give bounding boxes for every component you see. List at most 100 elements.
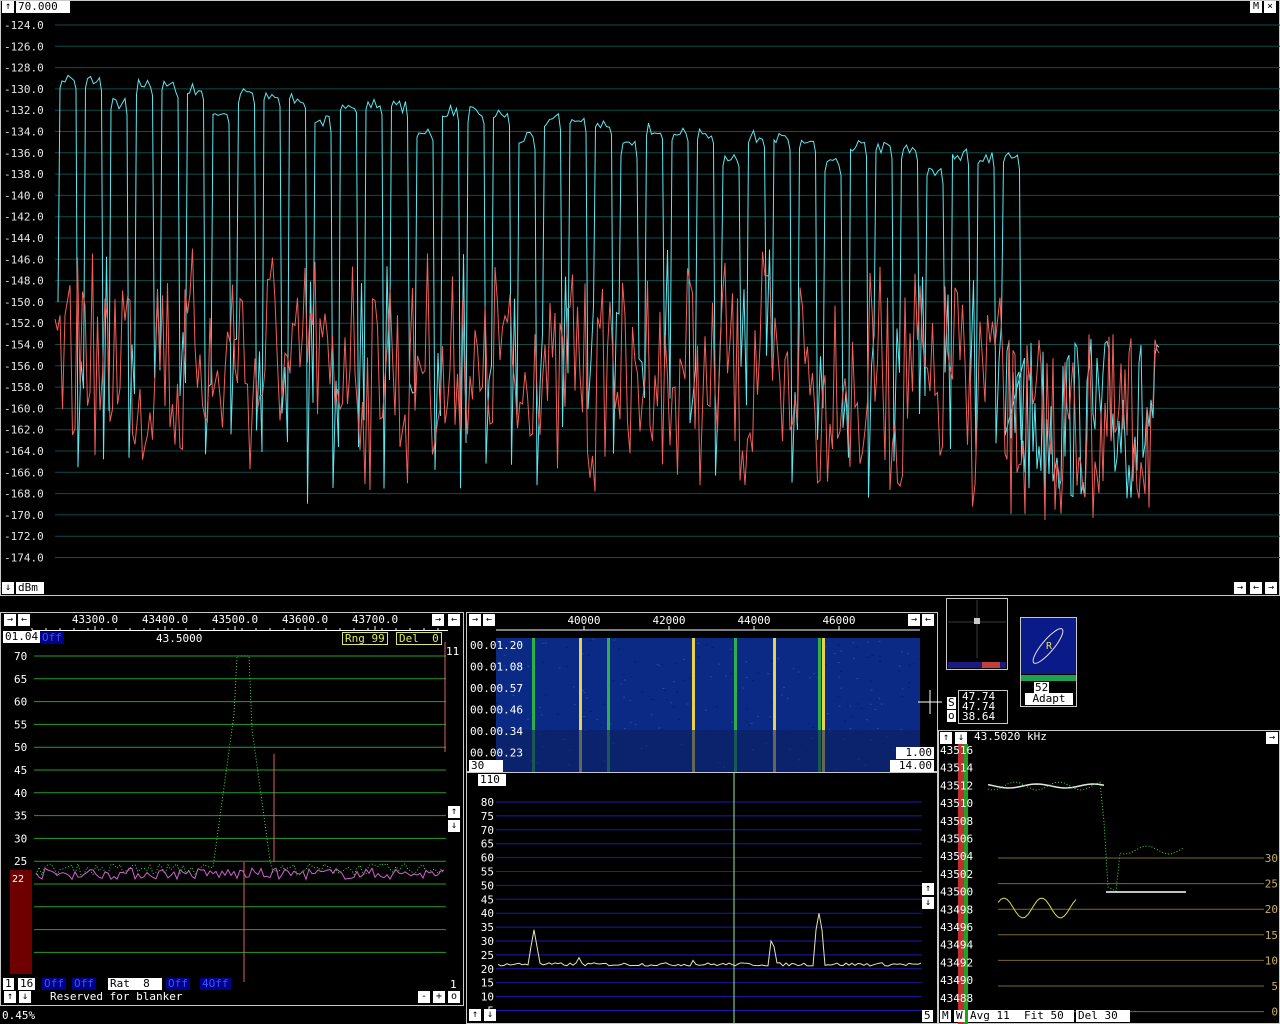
green-trace xyxy=(35,655,445,877)
noise-pixel xyxy=(647,695,650,697)
cursor-crosshair-icon xyxy=(918,690,942,714)
hires-spectrum-plot[interactable]: 807570656055504540353025201510 5 xyxy=(466,772,938,1024)
afc-avg[interactable]: Avg 11 xyxy=(968,1010,1022,1022)
waterfall-plot[interactable]: 00.01.20 00.01.08 00.00.57 00.00.46 00.00.34… xyxy=(466,612,938,772)
noise-pixel xyxy=(661,664,664,666)
meter-o-label[interactable]: o xyxy=(947,710,956,722)
afc-del[interactable]: Del 30 xyxy=(1076,1010,1130,1022)
hr-side-down-icon[interactable]: ↓ xyxy=(922,897,934,909)
noise-pixel xyxy=(880,703,883,705)
noise-pixel xyxy=(840,670,843,672)
noise-pixel xyxy=(710,676,713,678)
noise-pixel xyxy=(737,689,740,691)
hr-bottom-right[interactable]: 5 xyxy=(922,1010,933,1022)
y-tick-label: -158.0 xyxy=(4,381,44,394)
y-tick-label: 35 xyxy=(14,810,27,823)
noise-pixel xyxy=(697,642,700,644)
main-down-arrow-icon[interactable]: ↓ xyxy=(2,582,14,594)
bb-plus-button[interactable]: + xyxy=(433,991,445,1003)
bb-rng[interactable]: Rng 99 xyxy=(342,632,388,645)
hr-top-value[interactable]: 110 xyxy=(478,774,506,786)
phase-r-label: R xyxy=(1046,641,1053,652)
noise-pixel xyxy=(757,672,760,674)
hr-up-icon[interactable]: ↑ xyxy=(469,1009,481,1021)
bb-minus-button[interactable]: - xyxy=(418,991,430,1003)
noise-pixel xyxy=(730,721,733,723)
y-tick-label: 15 xyxy=(481,977,494,990)
bb-up-icon[interactable]: ↑ xyxy=(4,991,16,1003)
noise-pixel xyxy=(596,718,599,720)
noise-pixel xyxy=(874,708,877,710)
y-tick-label: -152.0 xyxy=(4,317,44,330)
bb-btn-1[interactable]: 1 xyxy=(3,978,14,990)
noise-pixel xyxy=(757,715,760,717)
time-label: 00.00.23 xyxy=(470,747,523,760)
afc-y-tick: 43490 xyxy=(940,974,973,987)
bb-o-button[interactable]: o xyxy=(448,991,460,1003)
noise-pixel xyxy=(666,699,669,701)
hr-down-icon[interactable]: ↓ xyxy=(484,1009,496,1021)
bb-off-a[interactable]: Off xyxy=(42,978,66,990)
noise-pixel xyxy=(656,664,659,666)
s-meter-plot[interactable] xyxy=(946,598,1008,670)
noise-pixel xyxy=(724,675,727,677)
bb-right-arrow2-icon[interactable]: → xyxy=(432,614,444,626)
noise-pixel xyxy=(812,673,815,675)
meter-value-3: 38.64 xyxy=(962,710,996,723)
noise-pixel xyxy=(870,689,873,691)
noise-pixel xyxy=(852,642,855,644)
y-tick-label: 45 xyxy=(14,764,27,777)
time-label: 00.00.34 xyxy=(470,725,523,738)
main-spectrum-plot[interactable]: -124.0 -126.0 -128.0 -130.0 -132.0 -134.0 -136… xyxy=(0,0,1280,596)
y-tick-label: -168.0 xyxy=(4,488,44,501)
freq-tick-label: 40000 xyxy=(567,614,600,627)
y-tick-label: -136.0 xyxy=(4,147,44,160)
afc-fit[interactable]: Fit 50 xyxy=(1022,1010,1074,1022)
y-tick-label: 70 xyxy=(14,650,27,663)
noise-pixel xyxy=(847,706,850,708)
bb-off-c[interactable]: Off xyxy=(166,978,190,990)
afc-y-tick: 43506 xyxy=(940,833,973,846)
afc-w-button[interactable]: W xyxy=(954,1010,965,1022)
bb-down-icon[interactable]: ↓ xyxy=(19,991,31,1003)
bb-off-toggle[interactable]: Off xyxy=(40,632,64,644)
noise-pixel xyxy=(527,665,530,667)
noise-pixel xyxy=(840,655,843,657)
afc-y-tick: 43492 xyxy=(940,956,973,969)
meter-bar-level xyxy=(982,662,1000,668)
afc-plot[interactable]: 43516 43514 43512 43510 43508 43506 43504 43502… xyxy=(938,730,1280,1024)
bb-side-down-icon[interactable]: ↓ xyxy=(448,820,460,832)
afc-m-button[interactable]: M xyxy=(940,1010,951,1022)
bb-del[interactable]: Del 0 xyxy=(396,632,442,645)
wf-right-value-top[interactable]: 1.00 xyxy=(896,747,934,759)
wf-left-value[interactable]: 30 xyxy=(469,760,503,772)
meter-s-label[interactable]: S xyxy=(947,697,956,709)
noise-pixel xyxy=(844,720,847,722)
main-left-arrow-icon[interactable]: ← xyxy=(1250,582,1262,594)
bb-off-b[interactable]: Off xyxy=(72,978,96,990)
hr-side-up-icon[interactable]: ↑ xyxy=(922,883,934,895)
adapt-button[interactable]: Adapt xyxy=(1025,693,1073,705)
bb-side-up-icon[interactable]: ↑ xyxy=(448,806,460,818)
noise-pixel xyxy=(750,722,753,724)
y-tick-label: -160.0 xyxy=(4,402,44,415)
main-right-arrow-icon[interactable]: → xyxy=(1234,582,1246,594)
noise-pixel xyxy=(783,686,786,688)
bb-left-arrow2-icon[interactable]: ← xyxy=(448,614,460,626)
bb-btn-16[interactable]: 16 xyxy=(18,978,36,990)
noise-pixel xyxy=(599,724,602,726)
bb-corner-value[interactable]: 01.04 xyxy=(3,631,41,643)
baseband-plot[interactable]: 43300.0 43400.0 43500.0 43600.0 43700.0 70 65 6… xyxy=(0,612,464,1006)
bb-off-d[interactable]: 4Off xyxy=(200,978,231,990)
noise-pixel xyxy=(838,705,841,707)
main-right-arrow2-icon[interactable]: → xyxy=(1265,582,1277,594)
y-tick-label: 65 xyxy=(14,673,27,686)
noise-pixel xyxy=(657,665,660,667)
wf-right-value-bottom[interactable]: 14.00 xyxy=(890,760,934,772)
y-tick-label: -156.0 xyxy=(4,360,44,373)
noise-pixel xyxy=(825,664,828,666)
noise-pixel xyxy=(840,650,843,652)
noise-pixel xyxy=(688,677,691,679)
noise-pixel xyxy=(581,689,584,691)
bb-rat[interactable]: Rat 8 xyxy=(108,978,162,990)
